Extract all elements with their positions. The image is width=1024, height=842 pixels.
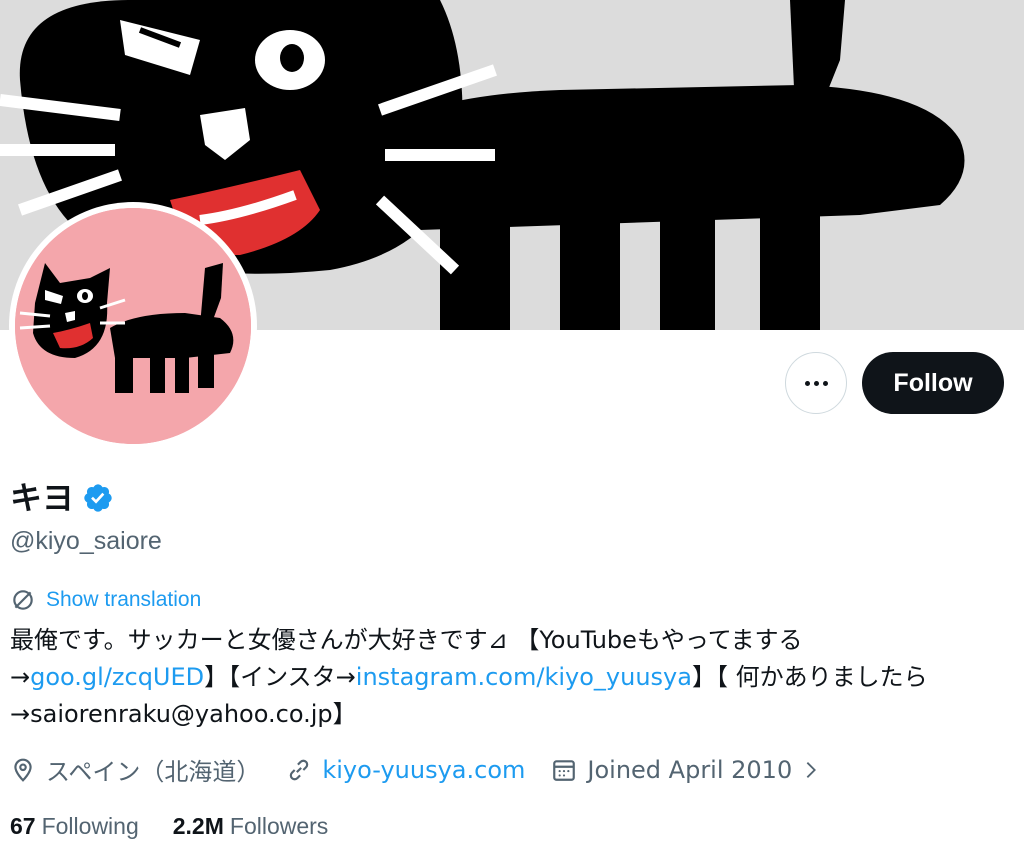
joined-text: Joined April 2010	[587, 755, 793, 784]
profile-joined[interactable]: Joined April 2010	[551, 756, 822, 784]
more-icon	[804, 380, 810, 386]
more-options-button[interactable]	[785, 352, 847, 414]
profile-handle: @kiyo_saiore	[10, 527, 162, 555]
followers-stat[interactable]: 2.2M Followers	[173, 813, 329, 840]
translate-icon	[13, 590, 33, 610]
bio-line: 最俺です。サッカーと女優さんが大好きです⊿ 【YouTubeもやってまする	[10, 626, 803, 654]
link-icon	[290, 759, 309, 780]
following-stat[interactable]: 67 Following	[10, 813, 139, 840]
location-text: スペイン（北海道）	[46, 758, 261, 786]
profile-display-name: キヨ	[10, 479, 75, 517]
following-count: 67	[10, 813, 36, 839]
bio-text: 】【 何かありましたら	[691, 663, 928, 691]
profile-bio: 最俺です。サッカーと女優さんが大好きです⊿ 【YouTubeもやってまする →g…	[10, 622, 1014, 733]
chevron-right-icon	[806, 761, 817, 778]
profile-avatar[interactable]	[9, 202, 257, 450]
profile-stats: 67 Following 2.2M Followers	[10, 813, 362, 840]
verified-badge-icon[interactable]	[82, 482, 114, 514]
website-link[interactable]: kiyo-yuusya.com	[322, 756, 525, 784]
bio-text: 】【インスタ→	[204, 663, 356, 691]
following-label: Following	[41, 813, 139, 839]
show-translation-label: Show translation	[46, 588, 202, 611]
show-translation-link[interactable]: Show translation	[10, 587, 201, 613]
followers-label: Followers	[229, 813, 329, 839]
bio-text: →	[10, 663, 31, 691]
bio-link-instagram[interactable]: instagram.com/kiyo_yuusya	[356, 663, 692, 691]
location-pin-icon	[14, 758, 32, 782]
followers-count: 2.2M	[172, 813, 224, 839]
profile-name-row: キヨ	[10, 478, 114, 518]
follow-button[interactable]: Follow	[862, 352, 1004, 414]
profile-meta: スペイン（北海道） kiyo-yuusya.com Joined April 2…	[10, 752, 848, 787]
profile-website[interactable]: kiyo-yuusya.com	[286, 756, 525, 784]
bio-line: →goo.gl/zcqUED】【インスタ→instagram.com/kiyo_…	[10, 659, 1014, 696]
bio-line: →saiorenraku@yahoo.co.jp】	[10, 700, 357, 728]
bio-link-youtube[interactable]: goo.gl/zcqUED	[30, 663, 204, 691]
calendar-icon	[553, 759, 576, 781]
profile-location: スペイン（北海道）	[10, 752, 260, 787]
